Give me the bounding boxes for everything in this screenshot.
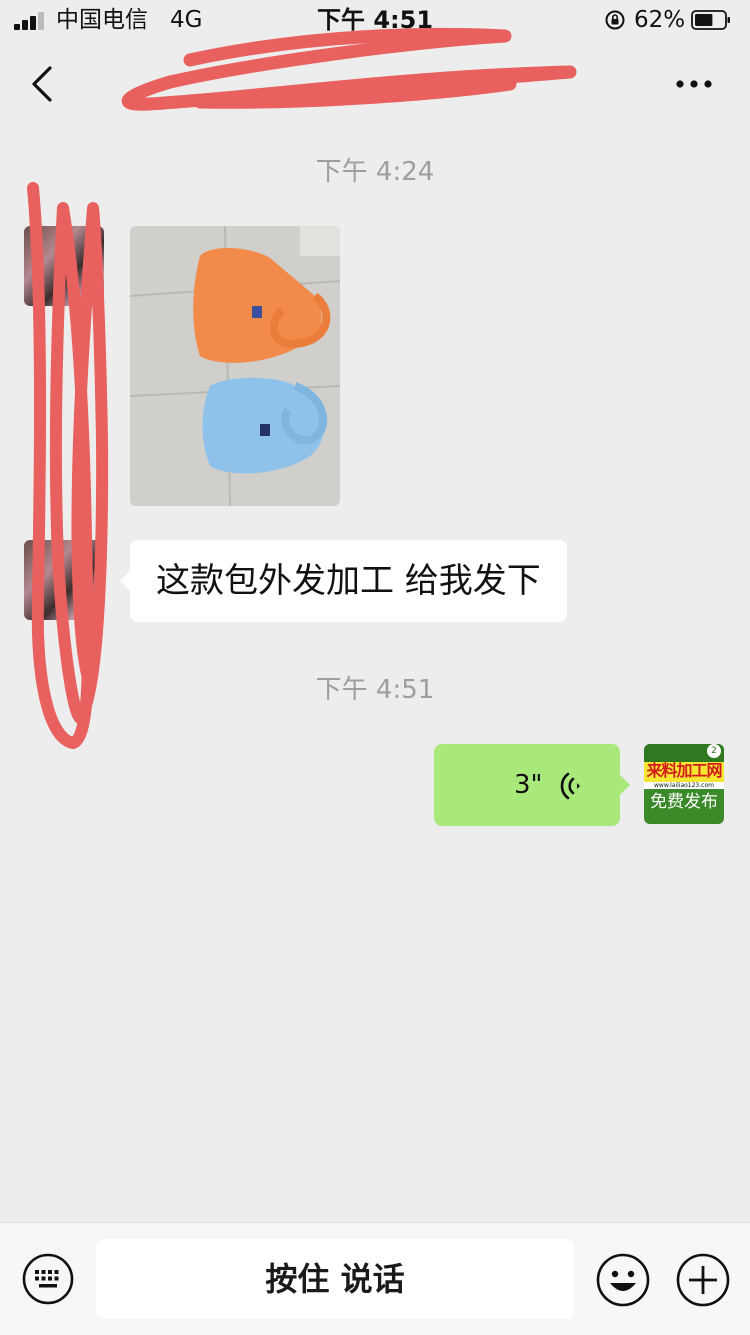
voice-message[interactable]: 3" — [434, 744, 630, 826]
ellipsis-icon[interactable] — [672, 72, 716, 96]
voice-wave-icon — [560, 772, 580, 800]
text-message[interactable]: 这款包外发加工 给我发下 — [120, 540, 567, 622]
battery-percent: 62% — [634, 7, 686, 33]
handbags-photo — [130, 226, 340, 506]
avatar-friend[interactable] — [24, 226, 104, 306]
image-message[interactable] — [130, 226, 340, 506]
status-bar: 中国电信 4G 下午 4:51 62% — [0, 0, 750, 40]
plus-icon[interactable] — [676, 1253, 730, 1307]
timestamp: 下午 4:24 — [315, 157, 435, 187]
battery-icon — [691, 10, 730, 30]
avatar-me[interactable]: 2 来料加工网 www.lailiao123.com 免费发布 — [644, 744, 724, 824]
number-badge: 2 — [707, 744, 721, 758]
rotation-lock-icon — [605, 10, 625, 30]
avatar-logo-badge: 免费发布 — [650, 792, 718, 812]
chat-title — [180, 62, 570, 106]
hold-to-talk-button[interactable]: 按住 说话 — [96, 1239, 574, 1319]
keyboard-icon[interactable] — [22, 1253, 74, 1305]
avatar-logo-url: www.lailiao123.com — [644, 782, 724, 789]
avatar-logo-title: 来料加工网 — [646, 761, 722, 780]
timestamp: 下午 4:51 — [315, 675, 435, 705]
input-bar: 按住 说话 — [0, 1222, 750, 1335]
nav-bar — [0, 40, 750, 128]
emoji-icon[interactable] — [596, 1253, 650, 1307]
voice-duration: 3" — [514, 770, 543, 800]
avatar-friend[interactable] — [24, 540, 104, 620]
chevron-left-icon[interactable] — [28, 62, 58, 106]
